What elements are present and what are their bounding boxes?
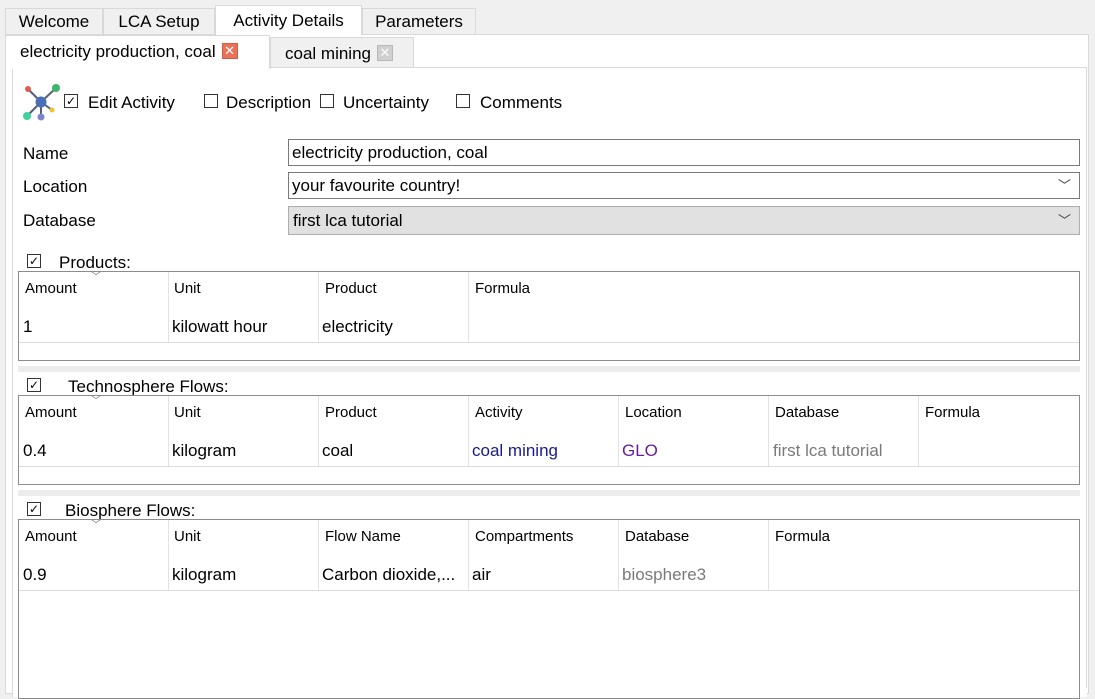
column-divider — [468, 520, 469, 590]
cell-unit[interactable]: kilogram — [172, 565, 236, 585]
column-header-product[interactable]: Product — [325, 404, 377, 421]
cell-unit[interactable]: kilogram — [172, 441, 236, 461]
database-label: Database — [23, 211, 96, 230]
tab-lca-setup[interactable]: LCA Setup — [103, 8, 215, 34]
row-divider — [19, 590, 1079, 591]
chevron-down-icon[interactable]: ﹀ — [1058, 173, 1071, 198]
cell-amount[interactable]: 1 — [23, 317, 32, 337]
description-checkbox[interactable] — [204, 94, 218, 108]
sort-indicator-icon[interactable]: ﹀ — [91, 268, 101, 283]
column-divider — [768, 396, 769, 466]
column-header-amount[interactable]: Amount — [25, 280, 77, 297]
cell-amount[interactable]: 0.4 — [23, 441, 47, 461]
section-splitter[interactable] — [18, 490, 1080, 496]
biosphere-title: Biosphere Flows: — [65, 501, 196, 520]
name-value: electricity production, coal — [292, 143, 488, 162]
section-splitter[interactable] — [18, 366, 1080, 372]
column-divider — [168, 272, 169, 342]
close-icon[interactable]: ✕ — [377, 44, 393, 61]
column-header-amount[interactable]: Amount — [25, 528, 77, 545]
cell-product[interactable]: electricity — [322, 317, 393, 337]
column-header-amount[interactable]: Amount — [25, 404, 77, 421]
activity-tab-electricity-production-coal[interactable]: electricity production, coal ✕ — [5, 35, 270, 69]
uncertainty-checkbox[interactable] — [320, 94, 334, 108]
column-header-database[interactable]: Database — [775, 404, 839, 421]
column-header-product[interactable]: Product — [325, 280, 377, 297]
database-combobox[interactable]: first lca tutorial ﹀ — [288, 206, 1080, 235]
column-divider — [318, 396, 319, 466]
column-header-unit[interactable]: Unit — [174, 528, 201, 545]
column-header-formula[interactable]: Formula — [775, 528, 830, 545]
biosphere-checkbox[interactable]: ✓ — [27, 502, 41, 516]
sort-indicator-icon[interactable]: ﹀ — [91, 392, 101, 407]
column-divider — [468, 272, 469, 342]
tab-label: Activity Details — [233, 11, 344, 30]
edit-activity-checkbox[interactable]: ✓ — [64, 94, 78, 108]
uncertainty-label: Uncertainty — [343, 93, 429, 112]
column-header-compartments[interactable]: Compartments — [475, 528, 573, 545]
tab-label: Welcome — [18, 12, 90, 31]
products-checkbox[interactable]: ✓ — [27, 254, 41, 268]
cell-compartments[interactable]: air — [472, 565, 491, 585]
comments-checkbox[interactable] — [456, 94, 470, 108]
cell-unit[interactable]: kilowatt hour — [172, 317, 267, 337]
tab-activity-details[interactable]: Activity Details — [215, 5, 362, 35]
edit-activity-label: Edit Activity — [88, 93, 175, 112]
sort-indicator-icon[interactable]: ﹀ — [91, 516, 101, 531]
column-divider — [168, 520, 169, 590]
column-divider — [168, 396, 169, 466]
chevron-down-icon[interactable]: ﹀ — [1058, 207, 1071, 234]
cell-database[interactable]: first lca tutorial — [773, 441, 883, 461]
column-header-unit[interactable]: Unit — [174, 280, 201, 297]
activity-tab-coal-mining[interactable]: coal mining ✕ — [270, 37, 414, 68]
column-header-formula[interactable]: Formula — [925, 404, 980, 421]
tab-label: Parameters — [375, 12, 463, 31]
row-divider — [19, 342, 1079, 343]
cell-amount[interactable]: 0.9 — [23, 565, 47, 585]
location-combobox[interactable]: your favourite country! ﹀ — [288, 172, 1080, 199]
close-icon[interactable]: ✕ — [221, 42, 238, 59]
cell-database[interactable]: biosphere3 — [622, 565, 706, 585]
tab-parameters[interactable]: Parameters — [362, 8, 476, 34]
tab-welcome[interactable]: Welcome — [5, 8, 103, 34]
tab-label: coal mining — [285, 44, 371, 63]
name-input[interactable]: electricity production, coal — [288, 139, 1080, 166]
cell-product[interactable]: coal — [322, 441, 353, 461]
cell-flow-name[interactable]: Carbon dioxide,... — [322, 565, 455, 585]
comments-label: Comments — [480, 93, 563, 112]
column-header-flow-name[interactable]: Flow Name — [325, 528, 401, 545]
biosphere-table: ﹀ Amount Unit Flow Name Compartments Dat… — [18, 519, 1080, 699]
scrollbar-edge — [1086, 67, 1087, 688]
description-label: Description — [226, 93, 312, 112]
name-label: Name — [23, 144, 69, 163]
location-label: Location — [23, 177, 88, 196]
column-header-unit[interactable]: Unit — [174, 404, 201, 421]
column-divider — [618, 396, 619, 466]
products-table: ﹀ Amount Unit Product Formula 1 kilowatt… — [18, 271, 1080, 361]
row-divider — [19, 466, 1079, 467]
location-value: your favourite country! — [292, 176, 461, 195]
cell-location[interactable]: GLO — [622, 441, 658, 461]
graph-network-icon — [23, 84, 60, 121]
column-header-database[interactable]: Database — [625, 528, 689, 545]
column-header-activity[interactable]: Activity — [475, 404, 523, 421]
cell-activity-link[interactable]: coal mining — [472, 441, 558, 461]
column-header-location[interactable]: Location — [625, 404, 682, 421]
tab-label: LCA Setup — [118, 12, 200, 31]
column-divider — [918, 396, 919, 466]
column-divider — [318, 272, 319, 342]
column-divider — [468, 396, 469, 466]
column-divider — [768, 520, 769, 590]
database-value: first lca tutorial — [293, 211, 403, 230]
technosphere-checkbox[interactable]: ✓ — [27, 378, 41, 392]
tab-label: electricity production, coal — [20, 42, 216, 61]
technosphere-table: ﹀ Amount Unit Product Activity Location … — [18, 395, 1080, 485]
column-divider — [318, 520, 319, 590]
column-divider — [618, 520, 619, 590]
column-header-formula[interactable]: Formula — [475, 280, 530, 297]
